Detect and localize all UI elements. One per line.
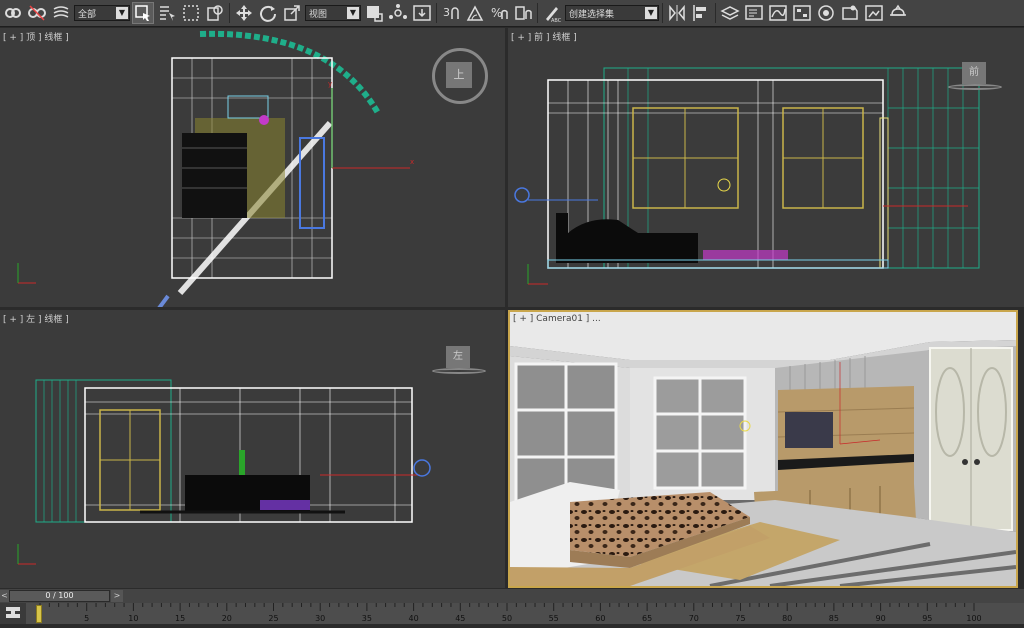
mini-curve-editor-icon[interactable] bbox=[0, 603, 26, 624]
toolbar-separator bbox=[662, 3, 663, 23]
select-object-icon[interactable] bbox=[132, 2, 154, 24]
main-toolbar: 全部 ▼ 视图 ▼ 3 % ABC 创建选择集 ▼ bbox=[0, 0, 1024, 27]
unlink-icon[interactable] bbox=[26, 2, 48, 24]
render-production-icon[interactable] bbox=[887, 2, 909, 24]
toolbar-separator bbox=[229, 3, 230, 23]
viewport-top[interactable]: [ + ] 顶 ] 线框 ] x y 上 bbox=[0, 28, 505, 307]
timeline-tick-label: 20 bbox=[221, 614, 232, 623]
timeline-tick-label: 5 bbox=[84, 614, 90, 623]
timeline[interactable]: 0510152025303540455055606570758085909510… bbox=[0, 603, 1024, 624]
viewport-label[interactable]: [ + ] 前 ] 线框 ] bbox=[511, 30, 577, 43]
time-cursor[interactable] bbox=[36, 605, 42, 623]
viewcube[interactable]: 上 bbox=[432, 48, 488, 104]
move-icon[interactable] bbox=[233, 2, 255, 24]
select-by-name-icon[interactable] bbox=[156, 2, 178, 24]
curve-editor-icon[interactable] bbox=[767, 2, 789, 24]
viewport-label[interactable]: [ + ] Camera01 ] ... bbox=[513, 314, 601, 324]
percent-snap-icon[interactable]: % bbox=[488, 2, 510, 24]
rendered-frame-window-icon[interactable] bbox=[863, 2, 885, 24]
timeline-tick-label: 35 bbox=[361, 614, 372, 623]
timeline-tick-label: 50 bbox=[501, 614, 513, 623]
timeline-tick-label: 95 bbox=[922, 614, 933, 623]
scene-explorer-icon[interactable] bbox=[743, 2, 765, 24]
timeline-tick-label: 30 bbox=[315, 614, 326, 623]
timeline-tick-label: 45 bbox=[455, 614, 466, 623]
layer-manager-icon[interactable] bbox=[719, 2, 741, 24]
toolbar-separator bbox=[537, 3, 538, 23]
toolbar-separator bbox=[715, 3, 716, 23]
front-view-wireframe bbox=[514, 67, 980, 285]
spinner-snap-icon[interactable] bbox=[512, 2, 534, 24]
angle-snap-icon[interactable] bbox=[464, 2, 486, 24]
viewcube[interactable]: 前 bbox=[948, 60, 1004, 96]
chevron-down-icon: ▼ bbox=[116, 7, 128, 19]
viewcube[interactable]: 左 bbox=[432, 344, 488, 380]
material-editor-icon[interactable] bbox=[815, 2, 837, 24]
timeline-tick-label: 40 bbox=[408, 614, 419, 623]
named-selection-select[interactable]: 创建选择集 ▼ bbox=[565, 5, 659, 21]
top-view-wireframe: x y bbox=[17, 30, 414, 307]
reference-coordinate-select[interactable]: 视图 ▼ bbox=[305, 5, 361, 21]
timeline-tick-label: 85 bbox=[828, 614, 839, 623]
timeline-tick-label: 90 bbox=[875, 614, 886, 623]
link-icon[interactable] bbox=[2, 2, 24, 24]
timeline-tick-label: 25 bbox=[268, 614, 279, 623]
time-slider-prev-button[interactable]: < bbox=[0, 590, 9, 602]
viewport-camera[interactable]: [ + ] Camera01 ] ... bbox=[508, 310, 1018, 588]
viewport-label[interactable]: [ + ] 左 ] 线框 ] bbox=[3, 312, 69, 325]
timeline-tick-label: 70 bbox=[688, 614, 699, 623]
keyboard-shortcut-icon[interactable] bbox=[411, 2, 433, 24]
timeline-tick-label: 60 bbox=[595, 614, 606, 623]
svg-text:x: x bbox=[410, 158, 414, 166]
time-slider-next-button[interactable]: > bbox=[111, 590, 123, 602]
chevron-down-icon: ▼ bbox=[347, 7, 359, 19]
render-setup-icon[interactable] bbox=[839, 2, 861, 24]
manipulate-icon[interactable] bbox=[387, 2, 409, 24]
viewport-front[interactable]: [ + ] 前 ] 线框 ] 前 bbox=[508, 28, 1024, 307]
chevron-down-icon: ▼ bbox=[645, 7, 657, 19]
snap-toggle-icon[interactable]: 3 bbox=[440, 2, 462, 24]
viewport-label[interactable]: [ + ] 顶 ] 线框 ] bbox=[3, 30, 69, 43]
scale-icon[interactable] bbox=[281, 2, 303, 24]
edit-named-selection-icon[interactable]: ABC bbox=[541, 2, 563, 24]
timeline-tick-label: 75 bbox=[735, 614, 746, 623]
schematic-view-icon[interactable] bbox=[791, 2, 813, 24]
bind-space-warp-icon[interactable] bbox=[50, 2, 72, 24]
svg-text:ABC: ABC bbox=[551, 18, 562, 23]
timeline-tick-label: 10 bbox=[128, 614, 139, 623]
time-slider-bar: < 0 / 100 > bbox=[0, 589, 1024, 603]
window-crossing-icon[interactable] bbox=[204, 2, 226, 24]
selection-filter-select[interactable]: 全部 ▼ bbox=[74, 5, 130, 21]
viewport-left[interactable]: [ + ] 左 ] 线框 ] 左 bbox=[0, 310, 505, 588]
timeline-tick-label: 15 bbox=[175, 614, 186, 623]
timeline-tick-label: 100 bbox=[966, 614, 982, 623]
align-icon[interactable] bbox=[690, 2, 712, 24]
timeline-ruler[interactable]: 0510152025303540455055606570758085909510… bbox=[37, 603, 1024, 624]
pivot-center-icon[interactable] bbox=[363, 2, 385, 24]
left-view-wireframe bbox=[17, 379, 431, 565]
rotate-icon[interactable] bbox=[257, 2, 279, 24]
timeline-tick-label: 55 bbox=[548, 614, 559, 623]
timeline-tick-label: 80 bbox=[782, 614, 793, 623]
mirror-icon[interactable] bbox=[666, 2, 688, 24]
rectangular-selection-icon[interactable] bbox=[180, 2, 202, 24]
svg-text:3: 3 bbox=[443, 6, 450, 19]
timeline-tick-label: 65 bbox=[642, 614, 653, 623]
camera-render bbox=[510, 312, 1016, 586]
time-slider[interactable]: 0 / 100 bbox=[9, 590, 110, 602]
svg-text:%: % bbox=[491, 6, 502, 20]
svg-text:y: y bbox=[328, 80, 332, 88]
toolbar-separator bbox=[436, 3, 437, 23]
